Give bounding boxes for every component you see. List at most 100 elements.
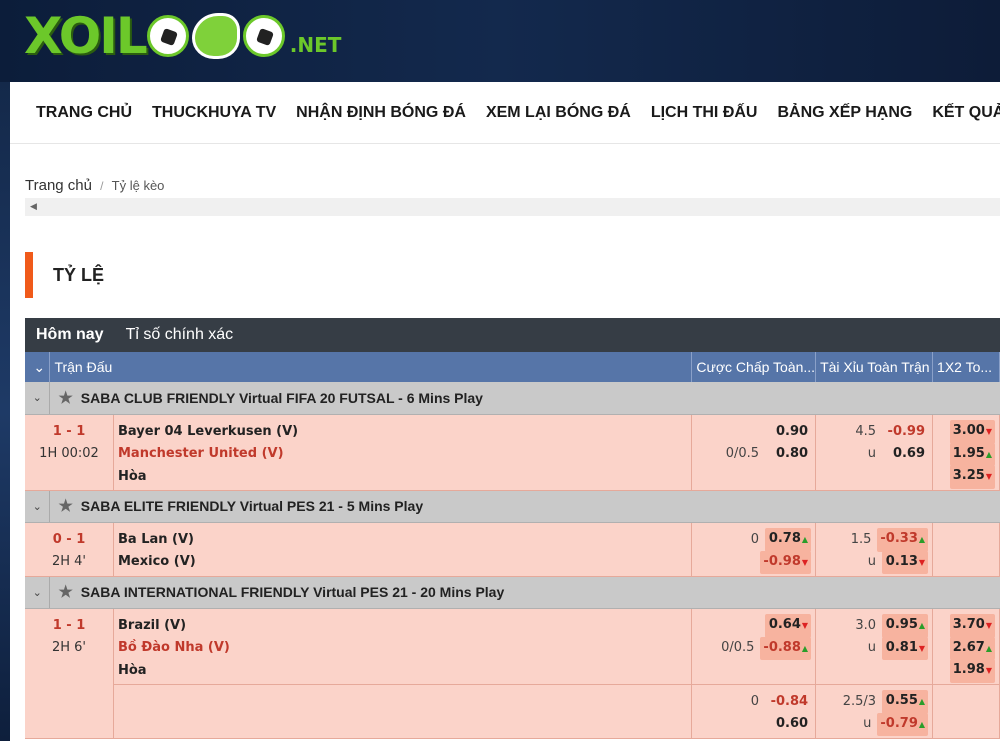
main-content: TRANG CHỦ THUCKHUYA TV NHẬN ĐỊNH BÓNG ĐÁ… bbox=[10, 82, 1000, 741]
nav-item-home[interactable]: TRANG CHỦ bbox=[36, 104, 132, 122]
arrow-down-icon: ▼ bbox=[801, 621, 809, 630]
arrow-up-icon: ▲ bbox=[918, 535, 926, 544]
arrow-up-icon: ▲ bbox=[985, 643, 992, 653]
hdp-home-odds[interactable]: -0.84 bbox=[765, 691, 811, 714]
breadcrumb: Trang chủ / Tỷ lệ kèo bbox=[25, 177, 164, 194]
logo-leaf-icon bbox=[191, 13, 240, 59]
hdp-line: 0/0.5 bbox=[725, 446, 760, 461]
hdp-home-odds[interactable]: 0.78▲ bbox=[765, 528, 812, 552]
away-team: Bồ Đào Nha (V) bbox=[118, 640, 230, 655]
arrow-down-icon: ▼ bbox=[985, 621, 992, 630]
match-time: 2H 6' bbox=[51, 639, 87, 655]
logo-text: XOIL bbox=[24, 7, 148, 65]
site-logo[interactable]: XOIL .NET bbox=[24, 6, 341, 66]
hdp-home-odds[interactable]: 0.64▼ bbox=[765, 614, 812, 638]
arrow-up-icon: ▲ bbox=[801, 643, 809, 653]
match-score: 1 - 1 bbox=[52, 423, 86, 439]
main-nav: TRANG CHỦ THUCKHUYA TV NHẬN ĐỊNH BÓNG ĐÁ… bbox=[10, 82, 1000, 144]
nav-item-schedule[interactable]: LỊCH THI ĐẤU bbox=[651, 104, 758, 122]
league-name: SABA ELITE FRIENDLY Virtual PES 21 - 5 M… bbox=[80, 498, 424, 514]
arrow-up-icon: ▲ bbox=[801, 535, 809, 544]
hdp-line: 0 bbox=[750, 693, 760, 709]
hdp-home-odds[interactable]: 0.90 bbox=[765, 421, 811, 444]
tab-today[interactable]: Hôm nay bbox=[25, 326, 115, 344]
ou-line: 2.5/3 bbox=[842, 693, 877, 709]
league-name: SABA CLUB FRIENDLY Virtual FIFA 20 FUTSA… bbox=[80, 389, 483, 406]
hdp-away-odds[interactable]: 0.60 bbox=[765, 713, 811, 736]
arrow-up-icon: ▲ bbox=[985, 449, 992, 459]
header-over-under[interactable]: Tài Xỉu Toàn Trận bbox=[815, 352, 934, 382]
side-background bbox=[0, 82, 10, 741]
star-icon[interactable]: ★ bbox=[58, 390, 72, 407]
nav-item-results[interactable]: KẾT QUẢ bbox=[932, 104, 1000, 122]
ou-over-odds[interactable]: -0.33▲ bbox=[877, 528, 929, 552]
collapse-all-icon[interactable]: ⌄ bbox=[25, 352, 51, 382]
ou-line: 3.0 bbox=[855, 617, 877, 633]
home-team: Ba Lan (V) bbox=[118, 531, 194, 547]
chevron-down-icon[interactable]: ⌄ bbox=[25, 382, 51, 415]
ou-over-odds[interactable]: -0.99 bbox=[882, 421, 928, 444]
home-team: Brazil (V) bbox=[118, 617, 187, 633]
chevron-down-icon[interactable]: ⌄ bbox=[25, 576, 51, 609]
ou-under-odds[interactable]: 0.13▼ bbox=[882, 550, 929, 574]
tab-exact-score[interactable]: Tỉ số chính xác bbox=[115, 326, 245, 344]
scroll-left-icon[interactable]: ◀ bbox=[30, 202, 37, 212]
star-icon[interactable]: ★ bbox=[58, 498, 72, 515]
away-team: Mexico (V) bbox=[118, 554, 196, 569]
header-match[interactable]: Trận Đấu bbox=[49, 352, 693, 382]
match-score: 1 - 1 bbox=[52, 617, 86, 633]
arrow-down-icon: ▼ bbox=[985, 472, 992, 481]
hdp-away-odds[interactable]: -0.88▲ bbox=[760, 636, 812, 660]
star-icon[interactable]: ★ bbox=[58, 584, 72, 601]
arrow-up-icon: ▲ bbox=[918, 719, 926, 729]
nav-item-predictions[interactable]: NHẬN ĐỊNH BÓNG ĐÁ bbox=[296, 104, 466, 122]
ou-under-label: u bbox=[867, 446, 877, 461]
ou-over-odds[interactable]: 0.55▲ bbox=[882, 690, 929, 714]
hdp-away-odds[interactable]: -0.98▼ bbox=[760, 550, 812, 574]
match-row: 1 - 1 2H 6' Brazil (V) Bồ Đào Nha (V) Hò… bbox=[25, 608, 1000, 739]
x12-away-odds[interactable]: 2.67▲ bbox=[949, 636, 995, 660]
hdp-line: 0/0.5 bbox=[721, 640, 755, 655]
nav-item-replays[interactable]: XEM LẠI BÓNG ĐÁ bbox=[486, 104, 631, 122]
header-1x2[interactable]: 1X2 To... bbox=[932, 352, 1000, 382]
page-title: TỶ LỆ bbox=[25, 252, 104, 298]
arrow-down-icon: ▼ bbox=[918, 643, 926, 653]
x12-away-odds[interactable]: 1.95▲ bbox=[949, 442, 995, 466]
ou-under-label: u bbox=[863, 716, 872, 731]
arrow-up-icon: ▲ bbox=[918, 621, 926, 630]
ou-line: 4.5 bbox=[855, 423, 877, 439]
home-team: Bayer 04 Leverkusen (V) bbox=[118, 423, 299, 439]
ou-over-odds[interactable]: 0.95▲ bbox=[882, 614, 929, 638]
away-team: Manchester United (V) bbox=[118, 446, 284, 461]
header-handicap[interactable]: Cược Chấp Toàn... bbox=[691, 352, 817, 382]
odds-table: ⌄ Trận Đấu Cược Chấp Toàn... Tài Xỉu Toà… bbox=[25, 352, 1000, 739]
x12-home-odds[interactable]: 3.70▼ bbox=[949, 614, 995, 638]
x12-draw-odds[interactable]: 1.98▼ bbox=[949, 659, 995, 683]
draw-label: Hòa bbox=[118, 662, 147, 678]
ou-under-odds[interactable]: -0.79▲ bbox=[877, 712, 929, 736]
match-score: 0 - 1 bbox=[52, 531, 86, 547]
x12-home-odds[interactable]: 3.00▼ bbox=[949, 420, 995, 444]
x12-draw-odds[interactable]: 3.25▼ bbox=[949, 465, 995, 489]
arrow-down-icon: ▼ bbox=[918, 557, 926, 567]
match-row: 1 - 1 1H 00:02 Bayer 04 Leverkusen (V) M… bbox=[25, 414, 1000, 491]
ball-icon bbox=[146, 15, 189, 57]
match-row: 0 - 1 2H 4' Ba Lan (V) Mexico (V) 0 0.78▲… bbox=[25, 522, 1000, 577]
ou-under-odds[interactable]: 0.81▼ bbox=[882, 636, 929, 660]
league-row[interactable]: ⌄ ★ SABA CLUB FRIENDLY Virtual FIFA 20 FU… bbox=[25, 382, 1000, 415]
nav-item-standings[interactable]: BẢNG XẾP HẠNG bbox=[777, 104, 912, 122]
arrow-down-icon: ▼ bbox=[801, 557, 809, 567]
league-row[interactable]: ⌄ ★ SABA ELITE FRIENDLY Virtual PES 21 - … bbox=[25, 490, 1000, 523]
hdp-line: 0 bbox=[750, 531, 760, 547]
breadcrumb-home[interactable]: Trang chủ bbox=[25, 177, 92, 194]
league-row[interactable]: ⌄ ★ SABA INTERNATIONAL FRIENDLY Virtual P… bbox=[25, 576, 1000, 609]
arrow-down-icon: ▼ bbox=[985, 666, 992, 675]
chevron-down-icon[interactable]: ⌄ bbox=[25, 490, 51, 523]
draw-label: Hòa bbox=[118, 468, 147, 484]
horizontal-scrollbar[interactable]: ◀ bbox=[25, 198, 1000, 216]
ou-under-odds[interactable]: 0.69 bbox=[882, 443, 928, 466]
hdp-away-odds[interactable]: 0.80 bbox=[765, 443, 811, 466]
nav-item-thuckhuya-tv[interactable]: THUCKHUYA TV bbox=[152, 104, 276, 122]
ball-icon bbox=[242, 15, 285, 57]
logo-suffix: .NET bbox=[289, 33, 342, 57]
